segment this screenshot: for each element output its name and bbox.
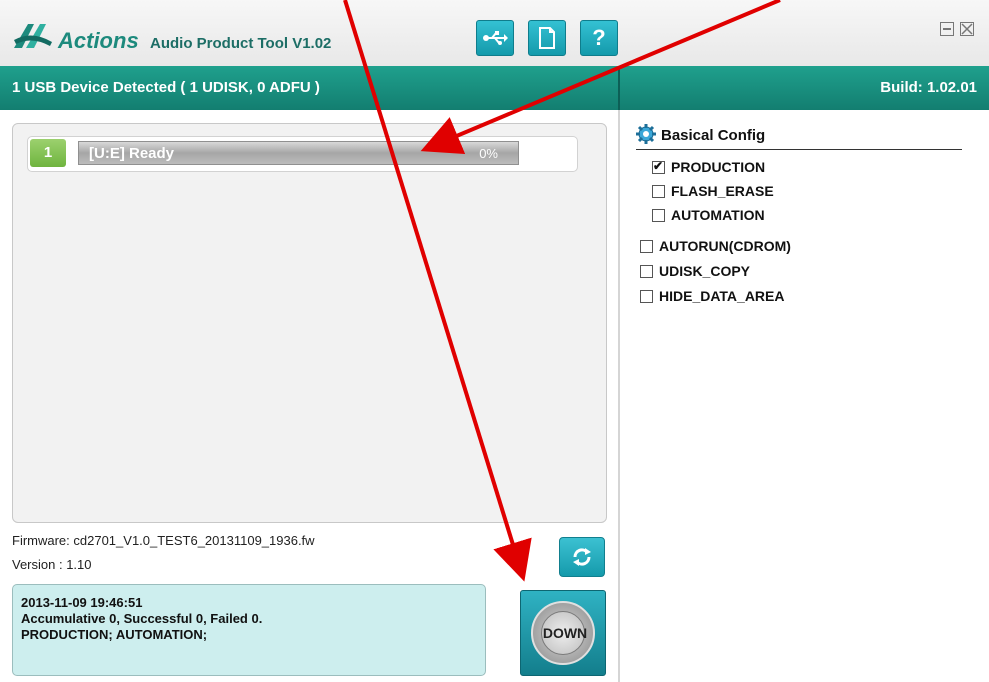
annotation-arrows <box>343 0 781 582</box>
arrow-to-down-button <box>343 0 532 582</box>
arrow-to-progress <box>420 0 781 155</box>
